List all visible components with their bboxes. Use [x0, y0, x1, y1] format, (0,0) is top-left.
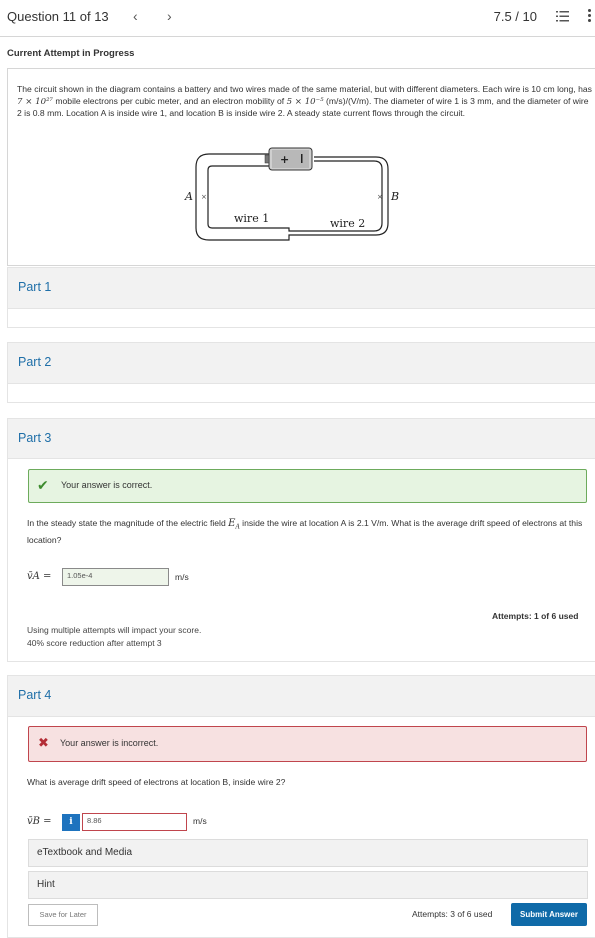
electron-density-value: 7 × 10²⁷ [17, 96, 53, 107]
close-icon: ✖ [38, 735, 49, 750]
label-wire-2: wire 2 [330, 217, 365, 230]
svg-text:×: × [201, 193, 207, 201]
incorrect-message: Your answer is incorrect. [60, 738, 159, 748]
question-header: Question 11 of 13 ‹ › 7.5 / 10 [0, 0, 595, 37]
list-icon[interactable] [556, 11, 569, 25]
part-2-title: Part 2 [18, 355, 52, 369]
chevron-right-icon[interactable]: › [167, 8, 172, 24]
part-1-title: Part 1 [18, 280, 52, 294]
part-3-header[interactable]: Part 3 [7, 418, 595, 460]
part-3-answer-input[interactable]: 1.05e-4 [62, 568, 169, 586]
part-2-header[interactable]: Part 2 [7, 342, 595, 384]
part-3-unit: m/s [175, 572, 189, 582]
attempt-policy-note: Using multiple attempts will impact your… [27, 625, 202, 648]
part-4-title: Part 4 [18, 688, 52, 702]
part-4-question: What is average drift speed of electrons… [27, 777, 286, 787]
label-a: A [184, 190, 193, 203]
part-3-title: Part 3 [18, 431, 52, 445]
info-icon[interactable]: i [62, 814, 80, 831]
part-1-header[interactable]: Part 1 [7, 267, 595, 309]
save-for-later-button[interactable]: Save for Later [28, 904, 98, 926]
submit-answer-button[interactable]: Submit Answer [511, 903, 587, 926]
question-counter: Question 11 of 13 [7, 9, 109, 24]
svg-text:×: × [377, 193, 383, 201]
check-icon: ✔ [37, 477, 49, 493]
incorrect-feedback: ✖ Your answer is incorrect. [28, 726, 587, 762]
attempt-status-title: Current Attempt in Progress [7, 48, 135, 59]
part-3-attempts: Attempts: 1 of 6 used [492, 611, 579, 621]
label-b: B [390, 190, 399, 203]
etextbook-label: eTextbook and Media [37, 847, 133, 858]
correct-message: Your answer is correct. [61, 480, 153, 490]
score-display: 7.5 / 10 [493, 9, 537, 24]
hint-label: Hint [37, 879, 55, 890]
correct-feedback: ✔ Your answer is correct. [28, 469, 587, 503]
mobility-value: 5 × 10⁻⁵ [286, 96, 324, 107]
more-vertical-icon[interactable] [588, 9, 592, 24]
part-4-header[interactable]: Part 4 [7, 675, 595, 717]
part-4-answer-input[interactable]: 8.86 [82, 813, 187, 831]
part-4-answer-label: v̄B = [27, 816, 52, 827]
part-3-answer-label: v̄A = [27, 571, 52, 582]
svg-text:+: + [280, 153, 289, 166]
label-wire-1: wire 1 [234, 212, 269, 225]
part-4-attempts: Attempts: 3 of 6 used [412, 909, 493, 919]
part-4-unit: m/s [193, 816, 207, 826]
circuit-diagram: + × × A B wire 1 wire 2 [184, 147, 399, 241]
problem-text: The circuit shown in the diagram contain… [17, 84, 592, 119]
part-2-body [7, 383, 595, 403]
etextbook-media-accordion[interactable]: eTextbook and Media [28, 839, 588, 867]
chevron-left-icon[interactable]: ‹ [133, 8, 138, 24]
hint-accordion[interactable]: Hint [28, 871, 588, 899]
part-3-question: In the steady state the magnitude of the… [27, 518, 583, 545]
part-1-body [7, 308, 595, 328]
